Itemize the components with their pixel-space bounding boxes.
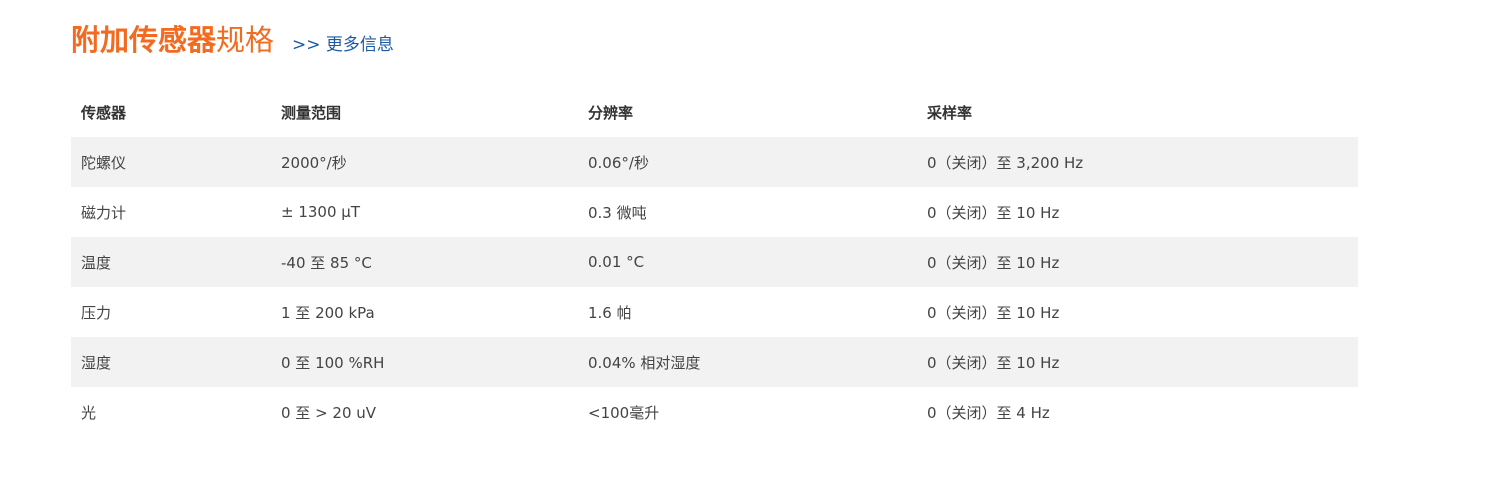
cell-sensor: 陀螺仪 <box>81 153 127 172</box>
cell-range: ± 1300 µT <box>281 203 360 221</box>
sensor-spec-table: 传感器 测量范围 分辨率 采样率 陀螺仪 2000°/秒 0.06°/秒 0（关… <box>71 87 1358 437</box>
section-header: 附加传感器规格 >> 更多信息 <box>71 20 394 60</box>
table-row: 陀螺仪 2000°/秒 0.06°/秒 0（关闭）至 3,200 Hz <box>71 137 1358 187</box>
cell-range: 0 至 > 20 uV <box>281 403 377 422</box>
cell-sensor: 光 <box>81 403 97 422</box>
cell-resolution: 1.6 帕 <box>588 303 632 322</box>
cell-range: 1 至 200 kPa <box>281 303 375 322</box>
column-header-sensor: 传感器 <box>81 103 127 122</box>
column-header-range: 测量范围 <box>281 103 342 122</box>
section-title: 附加传感器规格 <box>71 20 274 60</box>
cell-range: 0 至 100 %RH <box>281 353 385 372</box>
table-row: 压力 1 至 200 kPa 1.6 帕 0（关闭）至 10 Hz <box>71 287 1358 337</box>
cell-resolution: <100毫升 <box>588 403 660 422</box>
table-row: 湿度 0 至 100 %RH 0.04% 相对湿度 0（关闭）至 10 Hz <box>71 337 1358 387</box>
cell-resolution: 0.06°/秒 <box>588 153 649 172</box>
column-header-resolution: 分辨率 <box>588 103 634 122</box>
cell-sensor: 湿度 <box>81 353 112 372</box>
cell-range: 2000°/秒 <box>281 153 347 172</box>
more-info-link[interactable]: >> 更多信息 <box>292 30 394 55</box>
cell-sample-rate: 0（关闭）至 4 Hz <box>927 403 1050 422</box>
cell-sensor: 温度 <box>81 253 112 272</box>
section-title-bold: 附加传感器 <box>71 23 217 57</box>
column-header-sample-rate: 采样率 <box>927 103 973 122</box>
cell-resolution: 0.3 微吨 <box>588 203 647 222</box>
table-row: 磁力计 ± 1300 µT 0.3 微吨 0（关闭）至 10 Hz <box>71 187 1358 237</box>
table-row: 光 0 至 > 20 uV <100毫升 0（关闭）至 4 Hz <box>71 387 1358 437</box>
table-header-row: 传感器 测量范围 分辨率 采样率 <box>71 87 1358 137</box>
cell-resolution: 0.04% 相对湿度 <box>588 353 701 372</box>
cell-range: -40 至 85 °C <box>281 253 372 272</box>
cell-sample-rate: 0（关闭）至 10 Hz <box>927 253 1060 272</box>
cell-sample-rate: 0（关闭）至 10 Hz <box>927 303 1060 322</box>
cell-resolution: 0.01 °C <box>588 253 645 271</box>
cell-sensor: 压力 <box>81 303 112 322</box>
cell-sample-rate: 0（关闭）至 10 Hz <box>927 353 1060 372</box>
table-row: 温度 -40 至 85 °C 0.01 °C 0（关闭）至 10 Hz <box>71 237 1358 287</box>
cell-sample-rate: 0（关闭）至 3,200 Hz <box>927 153 1084 172</box>
cell-sensor: 磁力计 <box>81 203 127 222</box>
cell-sample-rate: 0（关闭）至 10 Hz <box>927 203 1060 222</box>
section-title-normal: 规格 <box>216 23 275 57</box>
